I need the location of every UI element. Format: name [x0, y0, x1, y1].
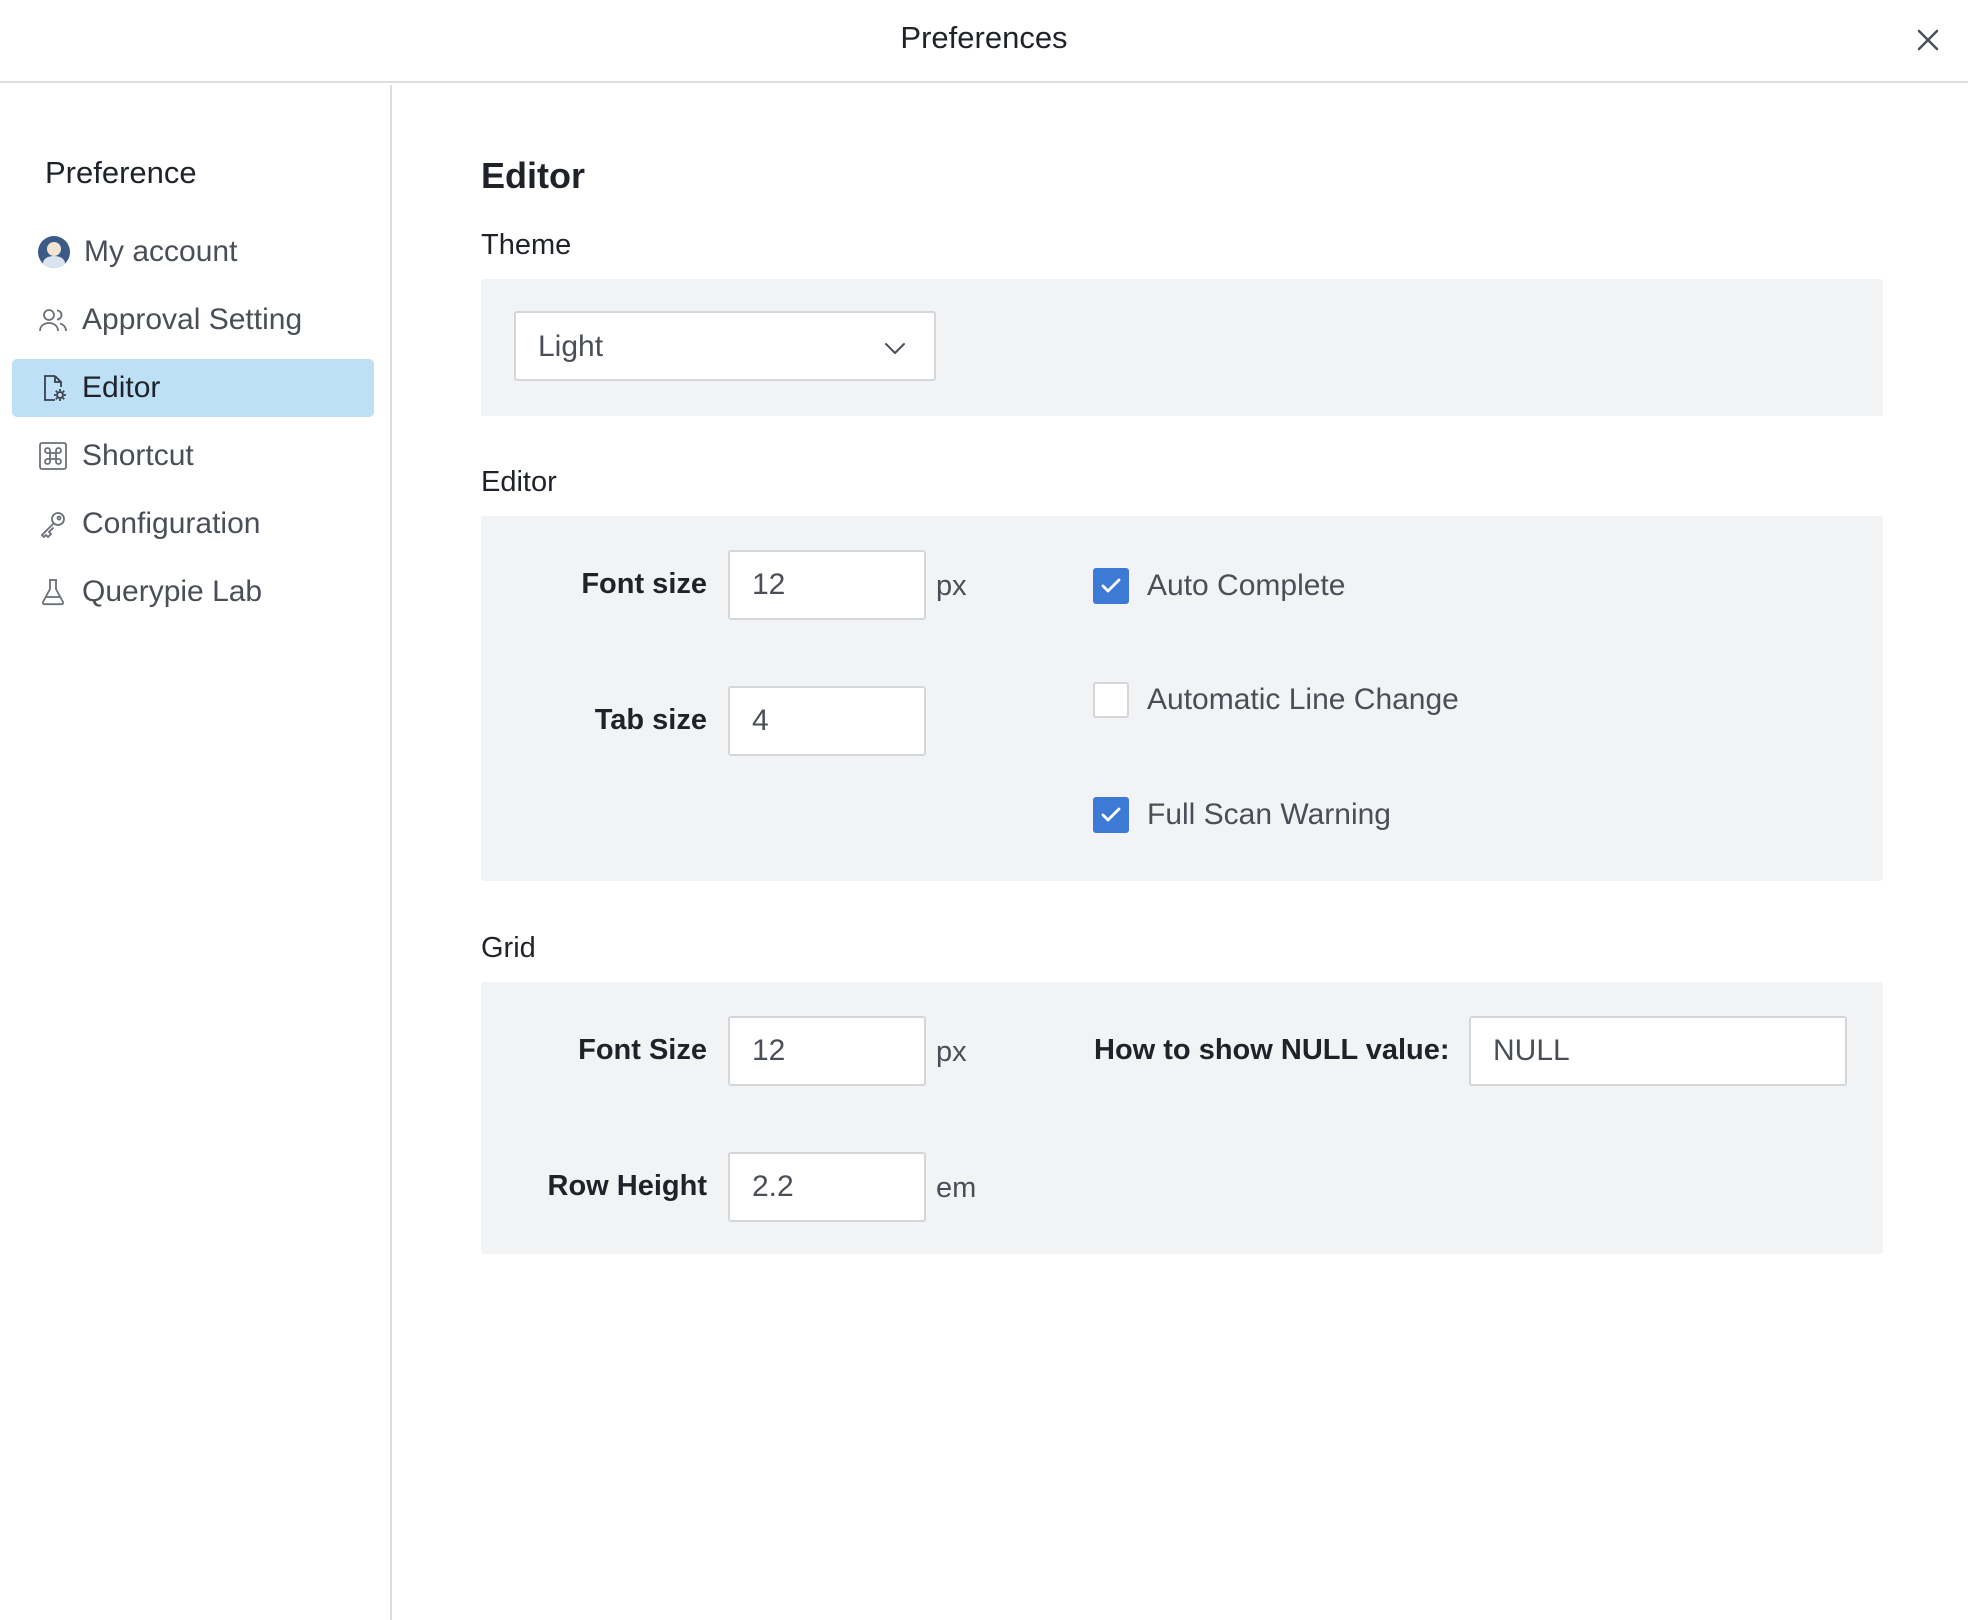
full-scan-warning-label: Full Scan Warning	[1147, 798, 1391, 831]
key-icon	[38, 509, 68, 539]
checkmark-icon	[1101, 578, 1121, 593]
users-icon	[38, 305, 68, 335]
theme-section-label: Theme	[481, 229, 572, 261]
editor-font-size-unit: px	[936, 570, 967, 602]
sidebar-item-my-account[interactable]: My account	[12, 223, 374, 281]
null-value-label: How to show NULL value:	[1094, 1034, 1450, 1066]
editor-tab-size-input[interactable]	[728, 686, 926, 756]
full-scan-warning-checkbox[interactable]	[1093, 797, 1129, 833]
avatar-icon	[38, 236, 70, 268]
close-button[interactable]	[1910, 22, 1946, 58]
sidebar-item-label: Configuration	[82, 507, 261, 540]
main-content: Editor Theme Light Editor Font size px T…	[394, 85, 1968, 1620]
editor-font-size-label: Font size	[581, 568, 707, 600]
sidebar-item-configuration[interactable]: Configuration	[12, 495, 374, 553]
grid-font-size-input[interactable]	[728, 1016, 926, 1086]
auto-complete-checkbox-row[interactable]: Auto Complete	[1093, 568, 1345, 604]
sidebar-item-label: My account	[84, 235, 238, 268]
sidebar-heading: Preference	[45, 155, 197, 190]
full-scan-warning-checkbox-row[interactable]: Full Scan Warning	[1093, 797, 1391, 833]
window-title: Preferences	[900, 20, 1068, 55]
grid-row-height-label: Row Height	[547, 1170, 708, 1202]
grid-row-height-input[interactable]	[728, 1152, 926, 1222]
sidebar: Preference My account Approval Setting E…	[0, 85, 392, 1620]
theme-select-value: Light	[538, 330, 604, 363]
sidebar-item-approval-setting[interactable]: Approval Setting	[12, 291, 374, 349]
grid-panel: Font Size px Row Height em How to show N…	[481, 982, 1883, 1254]
flask-icon	[38, 577, 68, 607]
editor-section-label: Editor	[481, 466, 557, 498]
command-key-icon	[38, 441, 68, 471]
editor-font-size-input[interactable]	[728, 550, 926, 620]
sidebar-item-querypie-lab[interactable]: Querypie Lab	[12, 563, 374, 621]
theme-select[interactable]: Light	[514, 311, 936, 381]
theme-panel: Light	[481, 279, 1883, 416]
page-title: Editor	[481, 155, 585, 196]
editor-tab-size-label: Tab size	[594, 704, 707, 736]
sidebar-item-label: Approval Setting	[82, 303, 303, 336]
close-icon	[1917, 29, 1939, 51]
automatic-line-change-checkbox-row[interactable]: Automatic Line Change	[1093, 682, 1459, 718]
title-bar: Preferences	[0, 0, 1968, 83]
file-gear-icon	[38, 373, 68, 403]
sidebar-item-label: Querypie Lab	[82, 575, 263, 608]
chevron-down-icon	[885, 343, 905, 354]
checkmark-icon	[1101, 807, 1121, 822]
automatic-line-change-label: Automatic Line Change	[1147, 683, 1459, 716]
sidebar-item-editor[interactable]: Editor	[12, 359, 374, 417]
automatic-line-change-checkbox[interactable]	[1093, 682, 1129, 718]
grid-section-label: Grid	[481, 932, 536, 964]
null-value-input[interactable]	[1469, 1016, 1847, 1086]
auto-complete-label: Auto Complete	[1147, 569, 1346, 602]
sidebar-item-label: Shortcut	[82, 439, 194, 472]
editor-panel: Font size px Tab size Auto Complete Auto…	[481, 516, 1883, 881]
grid-font-size-label: Font Size	[578, 1034, 707, 1066]
sidebar-nav: My account Approval Setting Editor Short…	[12, 223, 374, 631]
sidebar-item-shortcut[interactable]: Shortcut	[12, 427, 374, 485]
auto-complete-checkbox[interactable]	[1093, 568, 1129, 604]
grid-font-size-unit: px	[936, 1036, 967, 1068]
sidebar-item-label: Editor	[82, 371, 161, 404]
grid-row-height-unit: em	[936, 1172, 977, 1204]
